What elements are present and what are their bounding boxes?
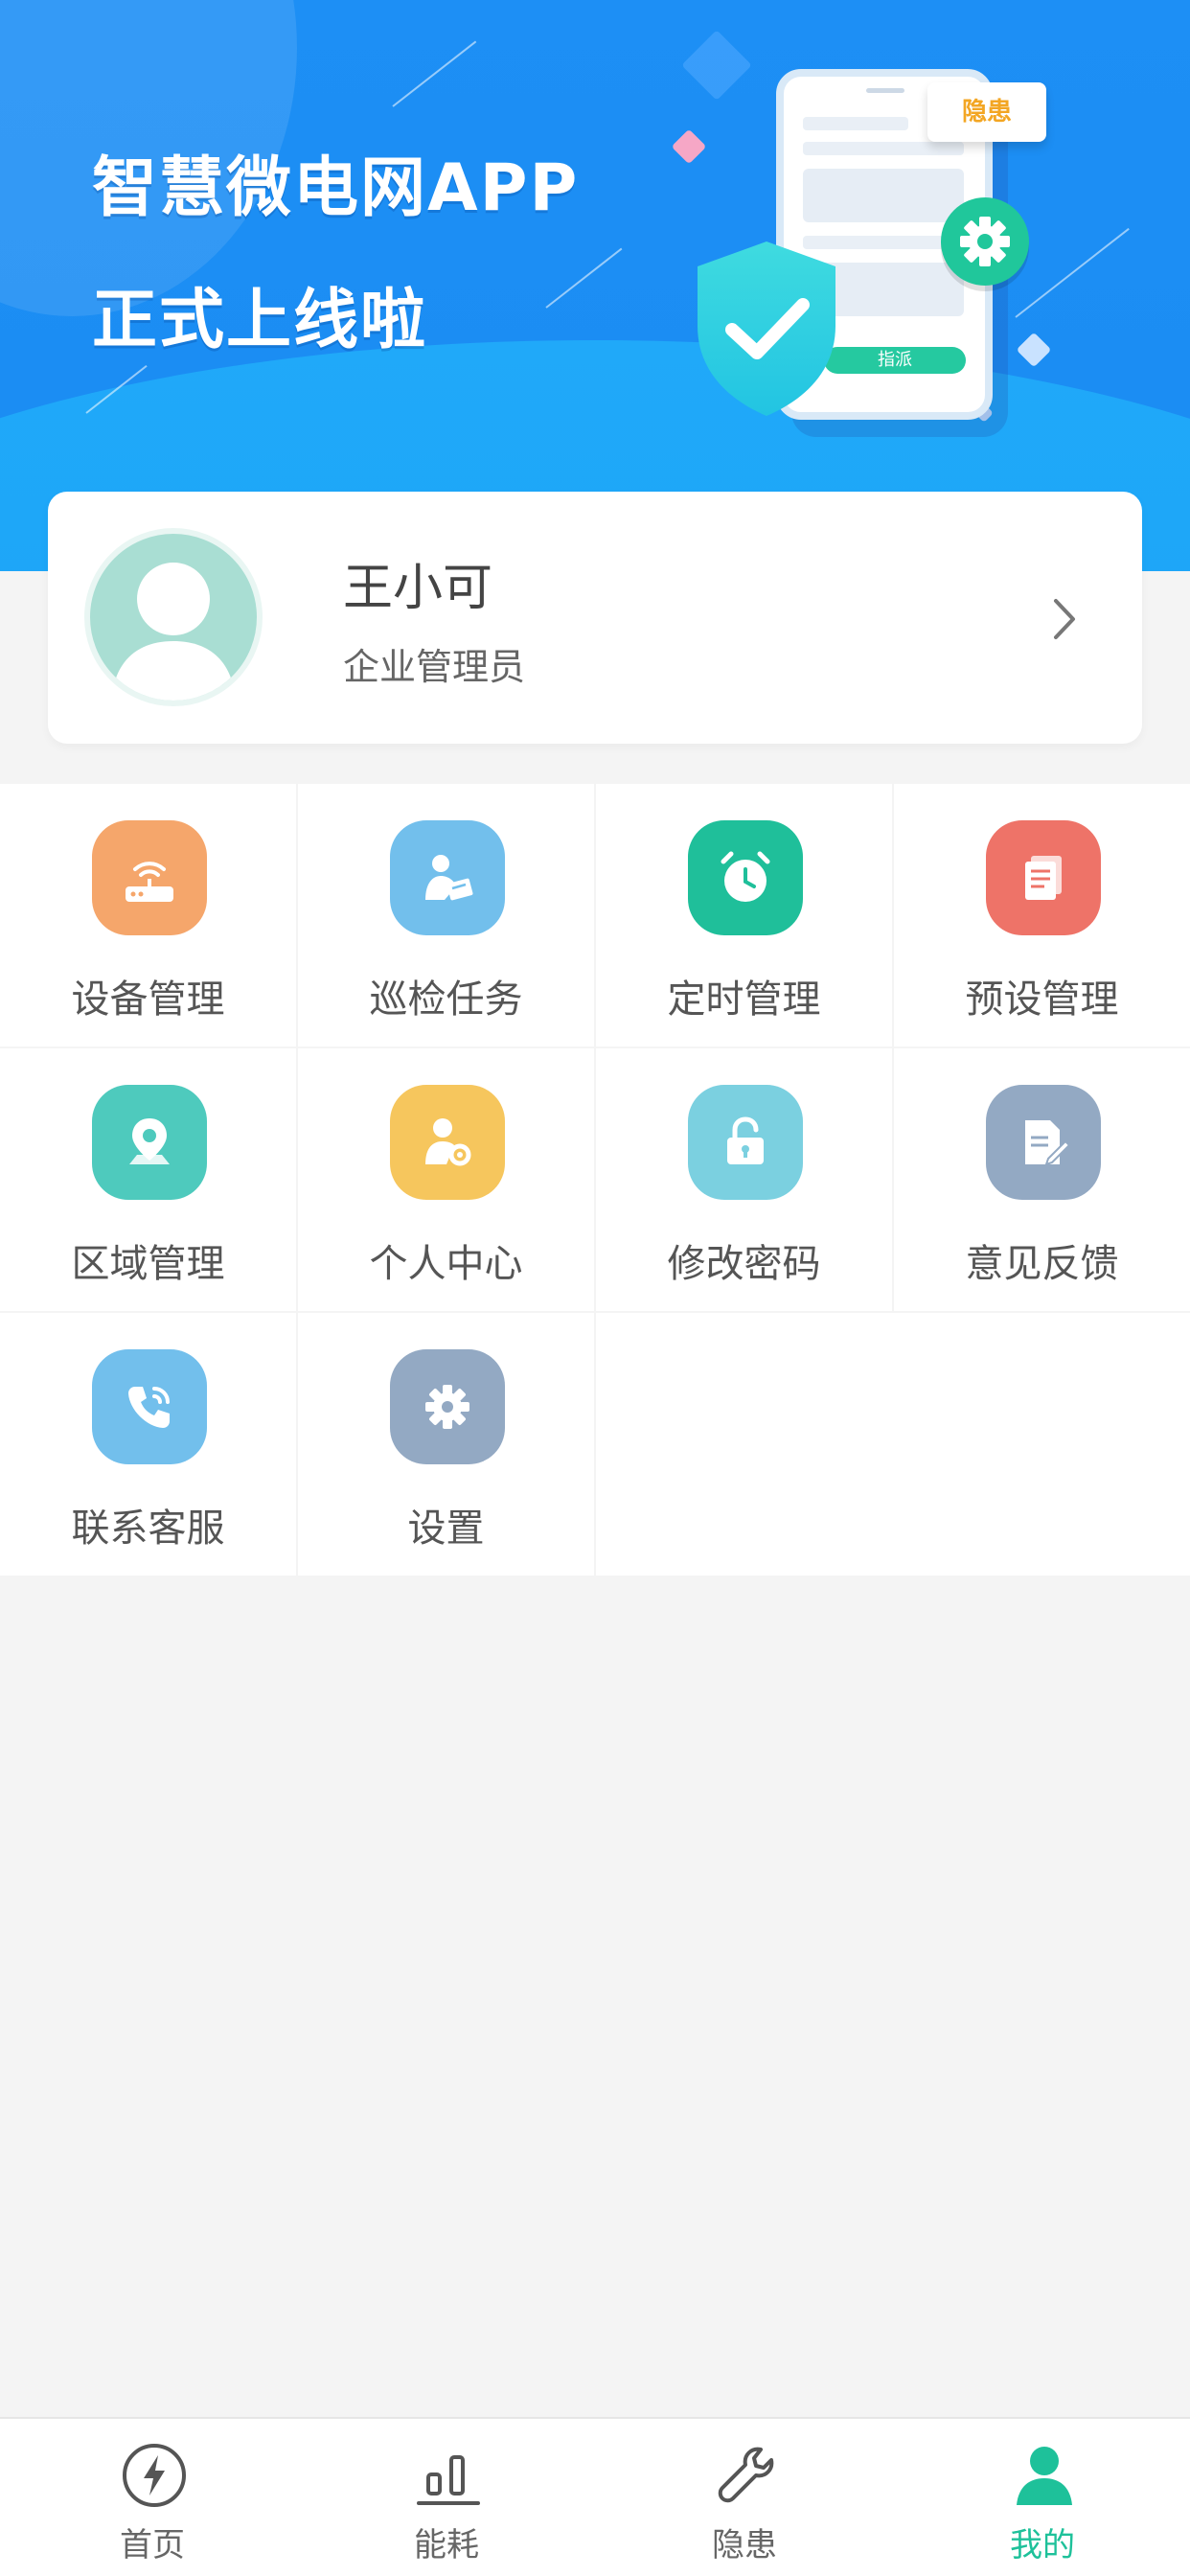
phone-content-bar: [803, 142, 964, 155]
menu-item-timer-management[interactable]: 定时管理: [596, 784, 892, 1046]
menu-item-label: 定时管理: [667, 978, 821, 1022]
menu-item-personal-center[interactable]: 个人中心: [298, 1048, 594, 1311]
menu-grid: 设备管理 巡检任务 定时管理 预设管理 区域管理 个人中心 修改密码 意见反馈 …: [0, 784, 1190, 1583]
tab-home[interactable]: 首页: [4, 2419, 301, 2576]
tab-hazards[interactable]: 隐患: [596, 2419, 893, 2576]
menu-item-device-management[interactable]: 设备管理: [0, 784, 296, 1046]
assign-tag: 指派: [824, 347, 966, 374]
profile-page: 智慧微电网APP 正式上线啦 指派 隐患 王小可 企业管理员 设备管理 巡检任务…: [0, 0, 1190, 2576]
banner-streak-decoration: [1015, 227, 1130, 318]
menu-item-area-management[interactable]: 区域管理: [0, 1048, 296, 1311]
edit-document-icon: [986, 1085, 1101, 1200]
menu-item-label: 区域管理: [71, 1242, 225, 1286]
menu-item-settings[interactable]: 设置: [298, 1313, 594, 1576]
diamond-decoration: [681, 30, 752, 101]
inspector-icon: [390, 820, 505, 935]
menu-item-label: 设置: [407, 1506, 485, 1551]
avatar[interactable]: [84, 528, 263, 706]
menu-item-label: 巡检任务: [369, 978, 523, 1022]
promo-banner[interactable]: 智慧微电网APP 正式上线啦 指派 隐患: [0, 0, 1190, 571]
phone-content-bar: [803, 117, 908, 130]
menu-item-label: 个人中心: [369, 1242, 523, 1286]
menu-item-feedback[interactable]: 意见反馈: [894, 1048, 1190, 1311]
menu-item-change-password[interactable]: 修改密码: [596, 1048, 892, 1311]
menu-item-contact-support[interactable]: 联系客服: [0, 1313, 296, 1576]
menu-item-label: 意见反馈: [965, 1242, 1119, 1286]
unlock-icon: [688, 1085, 803, 1200]
location-pin-icon: [92, 1085, 207, 1200]
phone-speaker: [866, 88, 904, 93]
menu-item-label: 联系客服: [71, 1506, 225, 1551]
gear-badge-icon: [941, 197, 1029, 286]
tab-energy[interactable]: 能耗: [298, 2419, 595, 2576]
banner-streak-decoration: [545, 247, 623, 309]
phone-content-block: [803, 169, 964, 222]
phone-call-icon: [92, 1349, 207, 1464]
bar-chart-icon: [415, 2442, 482, 2509]
chevron-right-icon[interactable]: [1044, 595, 1083, 643]
profile-card[interactable]: 王小可 企业管理员: [48, 492, 1142, 744]
banner-subtitle: 正式上线啦: [92, 283, 428, 358]
person-icon: [1011, 2442, 1078, 2509]
banner-streak-decoration: [392, 40, 477, 107]
tab-label: 隐患: [712, 2526, 777, 2564]
tab-label: 能耗: [414, 2526, 479, 2564]
tab-mine[interactable]: 我的: [894, 2419, 1190, 2576]
wrench-icon: [713, 2442, 780, 2509]
document-stack-icon: [986, 820, 1101, 935]
menu-item-label: 预设管理: [965, 978, 1119, 1022]
user-role: 企业管理员: [343, 646, 526, 688]
user-name: 王小可: [343, 560, 493, 617]
router-icon: [92, 820, 207, 935]
bottom-tab-bar: 首页 能耗 隐患 我的: [0, 2417, 1190, 2576]
alarm-clock-icon: [688, 820, 803, 935]
menu-empty-cell: [596, 1313, 1190, 1576]
lightning-icon: [121, 2442, 188, 2509]
default-avatar-icon: [111, 563, 236, 701]
menu-item-label: 修改密码: [667, 1242, 821, 1286]
menu-item-inspection-tasks[interactable]: 巡检任务: [298, 784, 594, 1046]
hazard-tag-card: 隐患: [927, 82, 1046, 142]
user-settings-icon: [390, 1085, 505, 1200]
tab-label: 我的: [1010, 2526, 1075, 2564]
tab-label: 首页: [120, 2526, 185, 2564]
diamond-decoration: [671, 128, 707, 165]
banner-title: 智慧微电网APP: [92, 150, 580, 226]
menu-item-preset-management[interactable]: 预设管理: [894, 784, 1190, 1046]
shield-check-icon: [690, 238, 843, 420]
menu-item-label: 设备管理: [71, 978, 225, 1022]
diamond-decoration: [1016, 332, 1052, 368]
gear-icon: [390, 1349, 505, 1464]
